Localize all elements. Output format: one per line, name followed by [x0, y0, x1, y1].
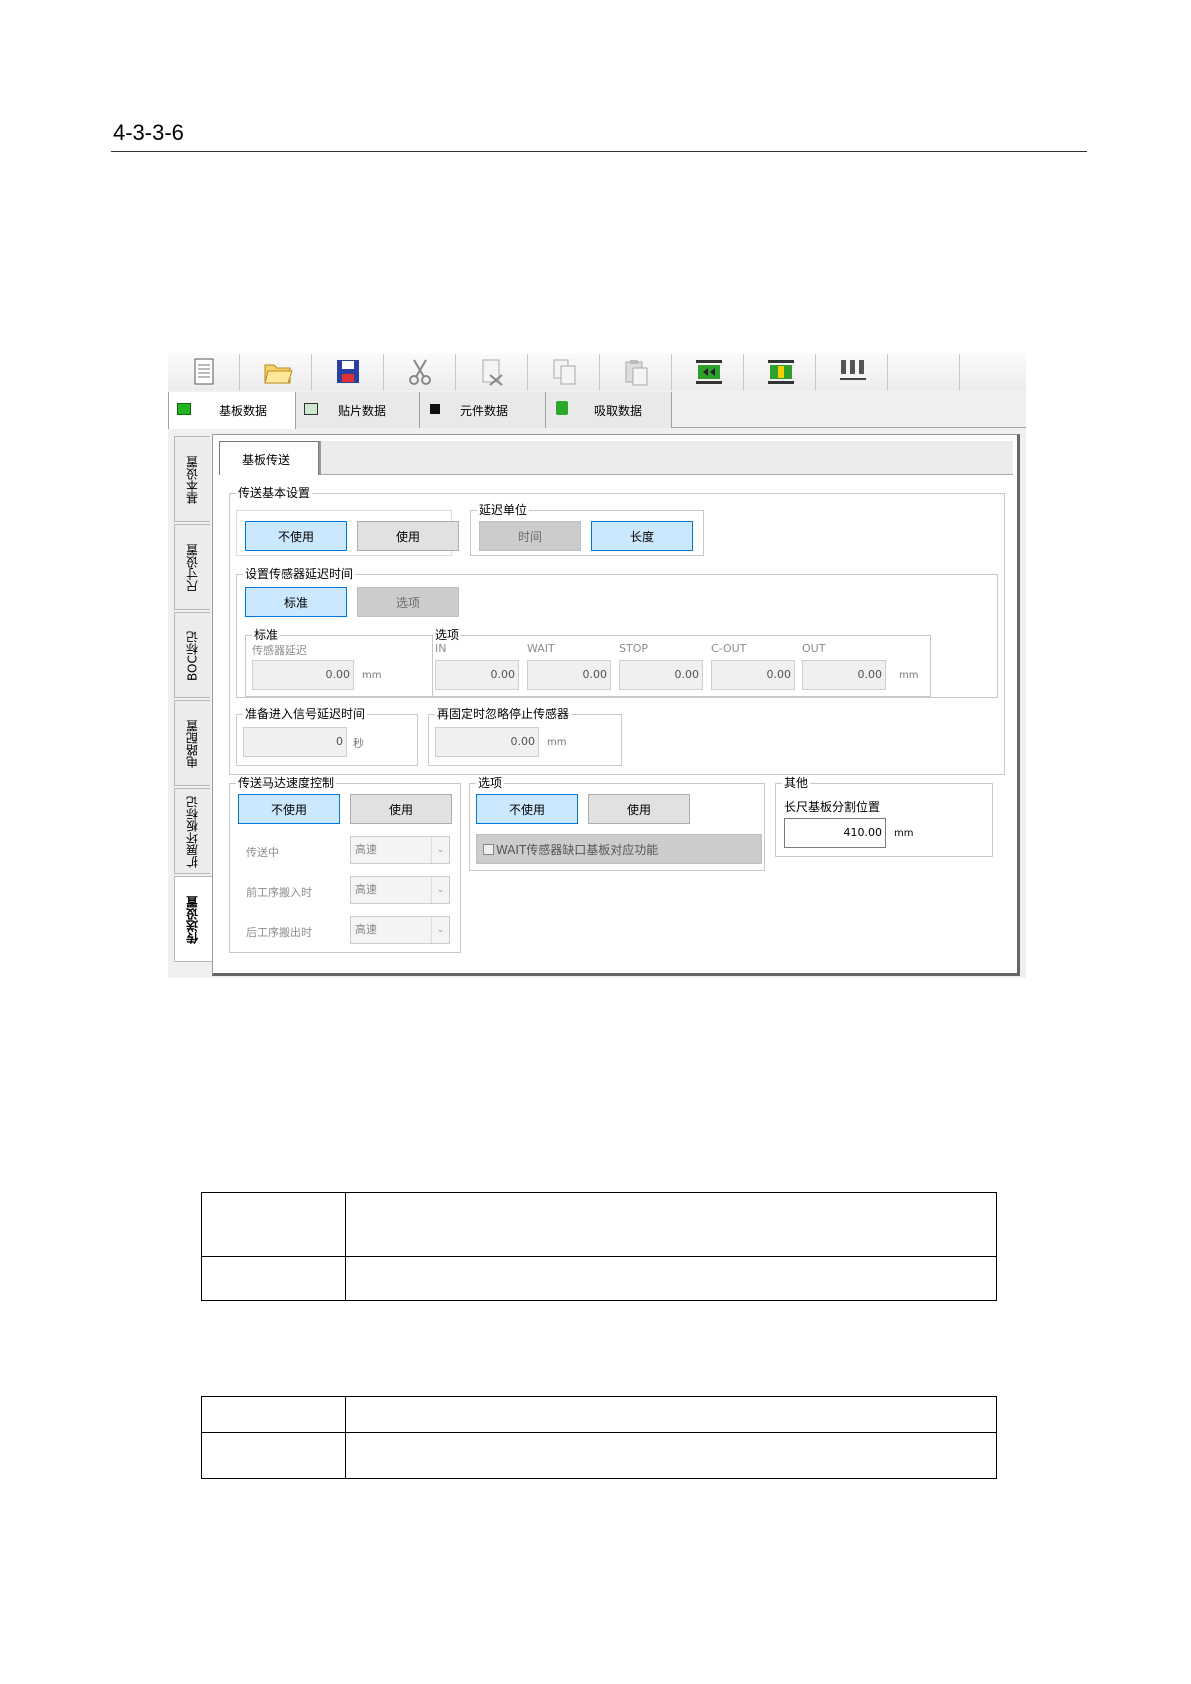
app-screenshot: 基板数据 贴片数据 元件数据 吸取数据 基本设置 尺寸设置 BOC标记 电路配置… [168, 354, 1026, 978]
motor-speed-group: 传送马达速度控制 不使用 使用 传送中 高速 ⌄ 前工序搬入时 高速 ⌄ 后工序搬出… [229, 775, 461, 953]
chevron-down-icon: ⌄ [431, 837, 449, 863]
table-cell [201, 1256, 346, 1301]
transfer-settings-panel: 基板传送 传送基本设置 不使用 使用 延迟单位 时间 长度 设置传感器延迟时间 … [212, 434, 1020, 976]
nozzle-icon [840, 360, 866, 380]
refix-field[interactable]: 0.00 [435, 727, 539, 757]
chevron-down-icon: ⌄ [431, 877, 449, 903]
board-left-icon [696, 360, 722, 384]
sensor-standard-button[interactable]: 标准 [245, 587, 347, 617]
cut-button[interactable] [384, 354, 456, 390]
chip-icon [430, 404, 440, 414]
option-out-field[interactable]: 0.00 [802, 660, 886, 690]
side-tab-basic[interactable]: 基本设置 [174, 436, 210, 522]
side-tab-circuit[interactable]: 电路配置 [174, 700, 210, 786]
copy-icon [553, 359, 576, 385]
ready-delay-group: 准备进入信号延迟时间 0 秒 [236, 706, 418, 766]
table-cell [345, 1432, 997, 1479]
side-tab-bad-mark[interactable]: 扩展坏板标记 [174, 788, 210, 874]
basic-not-use-button[interactable]: 不使用 [245, 521, 347, 551]
save-button[interactable] [312, 354, 384, 390]
basic-use-button[interactable]: 使用 [357, 521, 459, 551]
refix-group: 再固定时忽略停止传感器 0.00 mm [428, 706, 622, 766]
paste-icon [625, 360, 648, 386]
options-group: 选项 不使用 使用 WAIT传感器缺口基板对应功能 [469, 775, 765, 871]
option-in-field[interactable]: 0.00 [435, 660, 519, 690]
new-file-icon [194, 358, 214, 385]
tab-board-data[interactable]: 基板数据 [168, 392, 296, 429]
sensor-standard-group: 标准 传感器延迟 0.00 mm [245, 627, 433, 697]
option-stop-field[interactable]: 0.00 [619, 660, 703, 690]
sensor-option-group: 选项 IN 0.00 WAIT 0.00 STOP 0.00 C-OUT 0.0… [433, 627, 931, 697]
heading-rule [111, 151, 1087, 152]
tab-component-data[interactable]: 元件数据 [420, 392, 546, 428]
delay-unit-group: 延迟单位 时间 长度 [470, 502, 704, 556]
board-center-icon [768, 360, 794, 384]
open-button[interactable] [240, 354, 312, 390]
data-tab-bar: 基板数据 贴片数据 元件数据 吸取数据 [168, 390, 1026, 429]
table-cell [201, 1396, 346, 1433]
table-cell [345, 1396, 997, 1433]
pickup-icon [556, 401, 568, 415]
sensor-delay-field[interactable]: 0.00 [252, 660, 354, 690]
board-icon [177, 403, 191, 415]
delete-icon [482, 359, 503, 386]
side-tab-boc-mark[interactable]: BOC标记 [174, 612, 210, 698]
new-file-button[interactable] [168, 354, 240, 390]
board-left-button[interactable] [672, 354, 744, 390]
spec-table-2 [201, 1396, 997, 1479]
open-folder-icon [264, 364, 293, 384]
checkbox-icon[interactable] [483, 843, 494, 855]
side-tab-bar: 基本设置 尺寸设置 BOC标记 电路配置 扩展坏板标记 传送设置 [174, 436, 212, 978]
side-tab-transfer[interactable]: 传送设置 [174, 876, 212, 962]
ready-delay-field[interactable]: 0 [243, 727, 347, 757]
option-wait-field[interactable]: 0.00 [527, 660, 611, 690]
copy-button[interactable] [528, 354, 600, 390]
motor-prev-in-select[interactable]: 高速 ⌄ [350, 876, 450, 904]
nozzle-button[interactable] [816, 354, 888, 390]
sensor-delay-group: 设置传感器延迟时间 标准 选项 标准 传感器延迟 0.00 mm 选项 IN 0… [236, 566, 998, 698]
placement-icon [304, 403, 318, 415]
wait-notch-checkbox-row[interactable]: WAIT传感器缺口基板对应功能 [476, 834, 762, 864]
table-cell [345, 1192, 997, 1257]
other-group: 其他 长尺基板分割位置 410.00 mm [775, 775, 993, 857]
table-cell [201, 1432, 346, 1479]
chevron-down-icon: ⌄ [431, 917, 449, 943]
board-center-button[interactable] [744, 354, 816, 390]
section-heading: 4-3-3-6 [113, 120, 184, 145]
delete-button[interactable] [456, 354, 528, 390]
transfer-basic-group: 传送基本设置 不使用 使用 延迟单位 时间 长度 设置传感器延迟时间 标准 选项… [229, 485, 1005, 775]
motor-next-out-select[interactable]: 高速 ⌄ [350, 916, 450, 944]
options-not-use-button[interactable]: 不使用 [476, 794, 578, 824]
toolbar [168, 354, 1026, 390]
save-icon [337, 360, 359, 383]
table-cell [201, 1192, 346, 1257]
options-use-button[interactable]: 使用 [588, 794, 690, 824]
table-cell [345, 1256, 997, 1301]
tab-placement-data[interactable]: 贴片数据 [296, 392, 420, 428]
side-tab-size[interactable]: 尺寸设置 [174, 524, 210, 610]
tab-pickup-data[interactable]: 吸取数据 [546, 392, 672, 428]
subtab-bar: 基板传送 [219, 441, 1013, 475]
delay-unit-time-button[interactable]: 时间 [479, 521, 581, 551]
subtab-board-transfer[interactable]: 基板传送 [219, 441, 319, 475]
option-cout-field[interactable]: 0.00 [711, 660, 795, 690]
basic-use-box: 不使用 使用 [236, 510, 459, 556]
motor-use-button[interactable]: 使用 [350, 794, 452, 824]
delay-unit-length-button[interactable]: 长度 [591, 521, 693, 551]
toolbar-spacer [888, 354, 960, 390]
motor-not-use-button[interactable]: 不使用 [238, 794, 340, 824]
spec-table-1 [201, 1192, 997, 1301]
sensor-option-button[interactable]: 选项 [357, 587, 459, 617]
cut-icon [409, 359, 431, 385]
paste-button[interactable] [600, 354, 672, 390]
motor-transfer-select[interactable]: 高速 ⌄ [350, 836, 450, 864]
long-board-split-field[interactable]: 410.00 [784, 818, 886, 848]
